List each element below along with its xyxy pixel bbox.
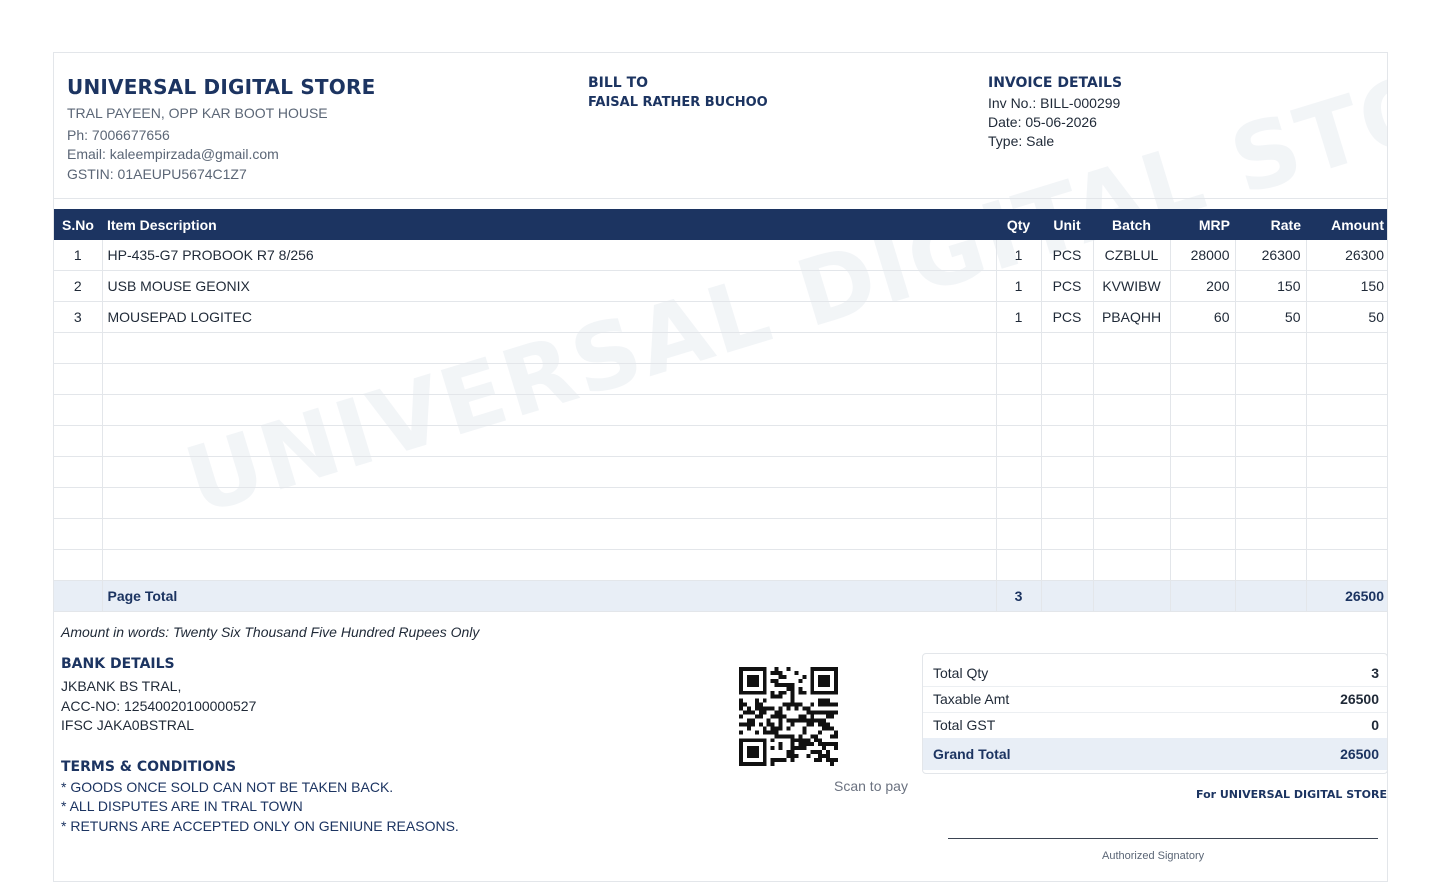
- grand-total-label: Grand Total: [933, 746, 1011, 762]
- cell-amount: 50: [1305, 301, 1387, 333]
- cell-rate: 26300: [1234, 240, 1306, 271]
- header-qty: Qty: [996, 209, 1041, 240]
- store-email: Email: kaleempirzada@gmail.com: [67, 146, 279, 162]
- header-amount: Amount: [1306, 209, 1387, 240]
- total-qty-row: Total Qty 3: [923, 660, 1387, 686]
- store-gstin: GSTIN: 01AEUPU5674C1Z7: [67, 166, 247, 182]
- page-total-qty: 3: [995, 580, 1041, 612]
- header-divider: [54, 198, 1387, 199]
- cell-rate: 150: [1234, 270, 1306, 302]
- cell-description: MOUSEPAD LOGITEC: [101, 301, 996, 333]
- header-unit: Unit: [1041, 209, 1093, 240]
- empty-row: [54, 425, 1387, 457]
- cell-sno: 1: [54, 240, 102, 271]
- header-batch: Batch: [1093, 209, 1170, 240]
- signature-line: [948, 838, 1378, 839]
- total-gst-label: Total GST: [933, 717, 996, 733]
- taxable-row: Taxable Amt 26500: [923, 686, 1387, 712]
- grand-total-value: 26500: [1340, 746, 1379, 762]
- cell-mrp: 60: [1169, 301, 1235, 333]
- cell-qty: 1: [995, 240, 1041, 271]
- payment-qr-code: [739, 667, 838, 766]
- cell-mrp: 28000: [1169, 240, 1235, 271]
- cell-description: HP-435-G7 PROBOOK R7 8/256: [101, 240, 996, 271]
- taxable-value: 26500: [1340, 691, 1379, 707]
- cell-description: USB MOUSE GEONIX: [101, 270, 996, 302]
- table-row: 3 MOUSEPAD LOGITEC 1 PCS PBAQHH 60 50 50: [54, 301, 1387, 333]
- cell-batch: PBAQHH: [1092, 301, 1170, 333]
- empty-row: [54, 487, 1387, 519]
- header-rate: Rate: [1235, 209, 1306, 240]
- header-description: Item Description: [102, 209, 996, 240]
- bank-line: JKBANK BS TRAL,: [61, 678, 182, 694]
- bank-details-heading: BANK DETAILS: [61, 656, 175, 672]
- cell-batch: KVWIBW: [1092, 270, 1170, 302]
- invoice-details-heading: INVOICE DETAILS: [988, 75, 1123, 91]
- empty-row: [54, 394, 1387, 426]
- header-sno: S.No: [54, 209, 102, 240]
- invoice-sheet: UNIVERSAL DIGITAL STORE UNIVERSAL DIGITA…: [53, 52, 1388, 882]
- cell-sno: 3: [54, 301, 102, 333]
- terms-line: * GOODS ONCE SOLD CAN NOT BE TAKEN BACK.: [61, 779, 394, 795]
- page-total-row: Page Total 3 26500: [54, 580, 1387, 612]
- total-gst-value: 0: [1371, 717, 1379, 733]
- header-mrp: MRP: [1170, 209, 1235, 240]
- for-store-label: For UNIVERSAL DIGITAL STORE: [1196, 788, 1387, 801]
- cell-qty: 1: [995, 270, 1041, 302]
- cell-amount: 150: [1305, 270, 1387, 302]
- cell-batch: CZBLUL: [1092, 240, 1170, 271]
- items-table: S.No Item Description Qty Unit Batch MRP…: [54, 209, 1387, 612]
- bill-to-name: FAISAL RATHER BUCHOO: [588, 95, 768, 110]
- invoice-date: Date: 05-06-2026: [988, 114, 1097, 130]
- cell-rate: 50: [1234, 301, 1306, 333]
- bank-line: IFSC JAKA0BSTRAL: [61, 717, 195, 733]
- cell-unit: PCS: [1040, 301, 1093, 333]
- page-total-amount: 26500: [1305, 580, 1387, 612]
- table-row: 2 USB MOUSE GEONIX 1 PCS KVWIBW 200 150 …: [54, 270, 1387, 302]
- grand-total-row: Grand Total 26500: [923, 738, 1387, 770]
- cell-unit: PCS: [1040, 240, 1093, 271]
- total-qty-value: 3: [1371, 665, 1379, 681]
- totals-box: Total Qty 3 Taxable Amt 26500 Total GST …: [922, 653, 1387, 774]
- store-phone: Ph: 7006677656: [67, 127, 170, 143]
- page-total-label: Page Total: [101, 580, 996, 612]
- invoice-type: Type: Sale: [988, 133, 1055, 149]
- empty-row: [54, 332, 1387, 364]
- terms-line: * RETURNS ARE ACCEPTED ONLY ON GENIUNE R…: [61, 818, 459, 834]
- empty-row: [54, 549, 1387, 581]
- empty-row: [54, 518, 1387, 550]
- taxable-label: Taxable Amt: [933, 691, 1010, 707]
- authorized-signatory-label: Authorized Signatory: [1102, 850, 1205, 862]
- scan-to-pay-caption: Scan to pay: [834, 778, 908, 794]
- store-address: TRAL PAYEEN, OPP KAR BOOT HOUSE: [67, 105, 328, 121]
- store-name: UNIVERSAL DIGITAL STORE: [67, 75, 376, 99]
- table-row: 1 HP-435-G7 PROBOOK R7 8/256 1 PCS CZBLU…: [54, 240, 1387, 271]
- cell-qty: 1: [995, 301, 1041, 333]
- terms-line: * ALL DISPUTES ARE IN TRAL TOWN: [61, 798, 303, 814]
- terms-heading: TERMS & CONDITIONS: [61, 759, 237, 775]
- empty-row: [54, 363, 1387, 395]
- bill-to-heading: BILL TO: [588, 75, 649, 91]
- invoice-number: Inv No.: BILL-000299: [988, 95, 1121, 111]
- total-gst-row: Total GST 0: [923, 712, 1387, 738]
- bank-line: ACC-NO: 12540020100000527: [61, 698, 257, 714]
- cell-amount: 26300: [1305, 240, 1387, 271]
- cell-mrp: 200: [1169, 270, 1235, 302]
- total-qty-label: Total Qty: [933, 665, 989, 681]
- cell-unit: PCS: [1040, 270, 1093, 302]
- amount-in-words: Amount in words: Twenty Six Thousand Fiv…: [61, 624, 480, 640]
- cell-sno: 2: [54, 270, 102, 302]
- empty-row: [54, 456, 1387, 488]
- table-header-row: S.No Item Description Qty Unit Batch MRP…: [54, 209, 1387, 240]
